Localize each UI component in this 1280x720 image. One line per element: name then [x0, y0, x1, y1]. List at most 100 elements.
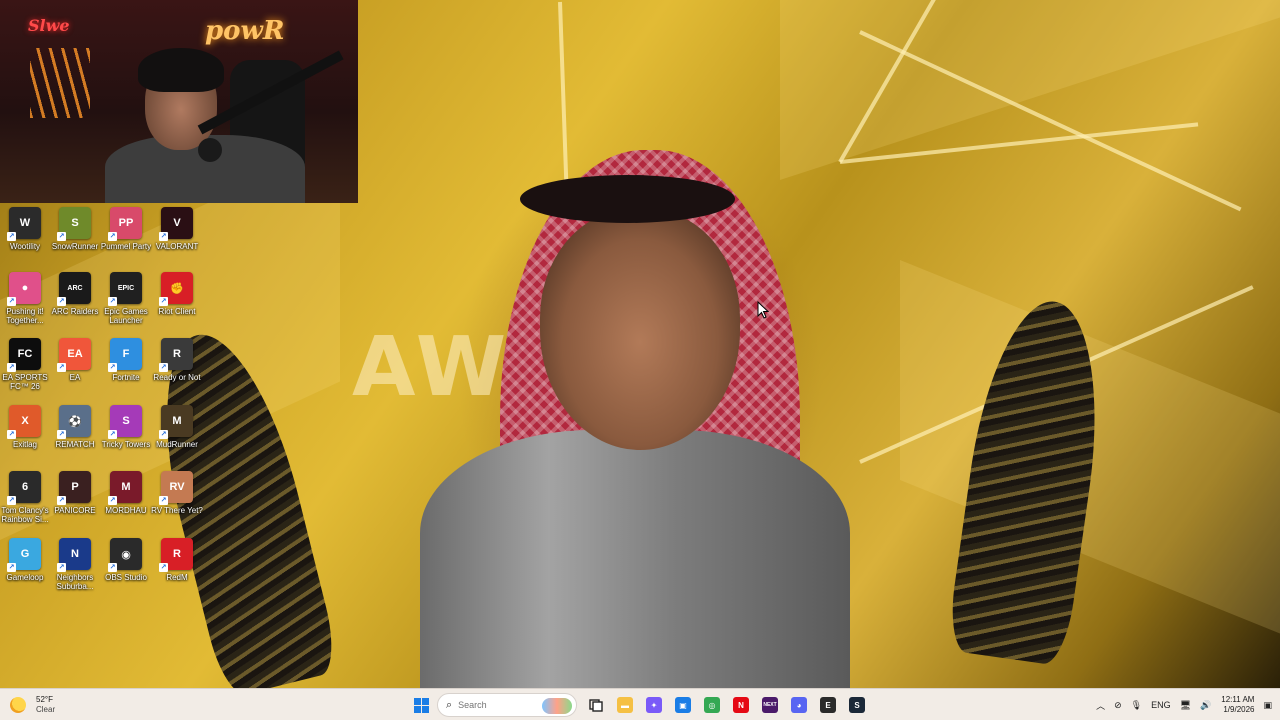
- desktop-shortcut[interactable]: W ↗ Wootility: [0, 207, 50, 271]
- network-off-icon[interactable]: ⊘: [1114, 700, 1122, 711]
- shortcut-arrow-icon: ↗: [108, 232, 117, 241]
- tricky-towers-icon: S ↗: [108, 405, 142, 439]
- desktop-shortcut[interactable]: G ↗ Gameloop: [0, 538, 50, 602]
- pinned-apps: ▬ ✦ ▣ ◎ N NEXT ◕ E S: [612, 693, 873, 717]
- taskbar-app-copilot[interactable]: ✦: [641, 693, 667, 717]
- shortcut-arrow-icon: ↗: [108, 430, 117, 439]
- shortcut-arrow-icon: ↗: [7, 563, 16, 572]
- chevron-up-icon[interactable]: ︿: [1096, 699, 1105, 712]
- desktop-shortcut[interactable]: ● ↗ Pushing it! Together...: [0, 272, 50, 336]
- desktop-shortcut-label: PANICORE: [54, 506, 96, 515]
- desktop-shortcut[interactable]: R ↗ Ready or Not: [152, 338, 202, 402]
- weather-text: 52°F Clear: [36, 695, 55, 715]
- shortcut-arrow-icon: ↗: [159, 363, 168, 372]
- panicore-icon: P ↗: [57, 471, 91, 505]
- search-input[interactable]: [458, 700, 529, 710]
- taskbar-app-epic-games[interactable]: E: [815, 693, 841, 717]
- chrome-icon: ◎: [704, 697, 720, 713]
- weather-widget[interactable]: 52°F Clear: [10, 693, 55, 717]
- microsoft-store-icon: ▣: [675, 697, 691, 713]
- start-button[interactable]: [408, 693, 434, 717]
- desktop-shortcut[interactable]: M ↗ MORDHAU: [101, 471, 151, 535]
- obs-studio-icon: ◉ ↗: [108, 538, 142, 572]
- system-tray: ︿ ⊘ 🎙 ENG 🖥 🔊 12:11 AM 1/9/2026 ▣: [1087, 693, 1272, 717]
- desktop-shortcut[interactable]: ✊ ↗ Riot Client: [152, 272, 202, 336]
- ea-sports-fc-icon: FC ↗: [7, 338, 41, 372]
- shortcut-arrow-icon: ↗: [57, 363, 66, 372]
- steam-icon: S: [849, 697, 865, 713]
- shortcut-arrow-icon: ↗: [108, 297, 117, 306]
- mudrunner-icon: M ↗: [159, 405, 193, 439]
- taskbar-app-microsoft-store[interactable]: ▣: [670, 693, 696, 717]
- desktop-shortcut[interactable]: EPIC ↗ Epic Games Launcher: [101, 272, 151, 336]
- desktop-shortcut[interactable]: V ↗ VALORANT: [152, 207, 202, 271]
- shortcut-arrow-icon: ↗: [57, 496, 66, 505]
- microphone-tray-icon[interactable]: 🎙: [1131, 700, 1142, 711]
- desktop-shortcut[interactable]: S ↗ SnowRunner: [50, 207, 100, 271]
- language-indicator[interactable]: ENG: [1151, 700, 1171, 710]
- desktop-shortcut-label: Gameloop: [6, 573, 44, 582]
- shortcut-arrow-icon: ↗: [159, 430, 168, 439]
- desktop-shortcut[interactable]: R ↗ RedM: [152, 538, 202, 602]
- desktop-shortcut-label: Tricky Towers: [101, 440, 151, 449]
- taskbar-app-chrome[interactable]: ◎: [699, 693, 725, 717]
- search-icon: ⌕: [446, 698, 453, 711]
- valorant-icon: V ↗: [159, 207, 193, 241]
- shortcut-arrow-icon: ↗: [7, 232, 16, 241]
- taskbar-app-next[interactable]: NEXT: [757, 693, 783, 717]
- shortcut-arrow-icon: ↗: [159, 563, 168, 572]
- desktop-shortcut[interactable]: S ↗ Tricky Towers: [101, 405, 151, 469]
- search-highlight-icon: [542, 698, 572, 714]
- taskbar-search[interactable]: ⌕: [437, 693, 577, 717]
- moon-weather-icon: [10, 697, 26, 713]
- network-icon[interactable]: 🖥: [1180, 700, 1191, 711]
- desktop-shortcut-label: Tom Clancy's Rainbow Si...: [1, 506, 49, 524]
- clock[interactable]: 12:11 AM 1/9/2026: [1221, 695, 1254, 715]
- desktop-shortcut-label: Fortnite: [112, 373, 140, 382]
- desktop-shortcut[interactable]: ◉ ↗ OBS Studio: [101, 538, 151, 602]
- shortcut-arrow-icon: ↗: [7, 363, 16, 372]
- discord-icon: ◕: [791, 697, 807, 713]
- desktop-shortcut[interactable]: F ↗ Fortnite: [101, 338, 151, 402]
- desktop-shortcut[interactable]: M ↗ MudRunner: [152, 405, 202, 469]
- volume-icon[interactable]: 🔊: [1200, 700, 1211, 711]
- notification-icon[interactable]: ▣: [1263, 700, 1272, 711]
- desktop-shortcut[interactable]: P ↗ PANICORE: [50, 471, 100, 535]
- desktop-shortcut[interactable]: EA ↗ EA: [50, 338, 100, 402]
- desktop-shortcut[interactable]: FC ↗ EA SPORTS FC™ 26: [0, 338, 50, 402]
- desktop-shortcut-label: OBS Studio: [105, 573, 147, 582]
- desktop-shortcut-label: EA: [69, 373, 81, 382]
- taskbar-app-discord[interactable]: ◕: [786, 693, 812, 717]
- shortcut-arrow-icon: ↗: [159, 297, 168, 306]
- fortnite-icon: F ↗: [108, 338, 142, 372]
- desktop-shortcut[interactable]: RV ↗ RV There Yet?: [151, 471, 203, 535]
- desktop-shortcut-label: VALORANT: [155, 242, 199, 251]
- mouse-cursor-icon: [757, 301, 769, 319]
- desktop-shortcut[interactable]: PP ↗ Pummel Party: [101, 207, 151, 271]
- redm-icon: R ↗: [159, 538, 193, 572]
- taskbar-app-netflix[interactable]: N: [728, 693, 754, 717]
- neighbors-suburbia-icon: N ↗: [57, 538, 91, 572]
- clock-date: 1/9/2026: [1223, 705, 1255, 714]
- desktop-shortcut[interactable]: 6 ↗ Tom Clancy's Rainbow Si...: [0, 471, 50, 535]
- desktop-shortcut-label: RedM: [166, 573, 188, 582]
- shortcut-arrow-icon: ↗: [159, 232, 168, 241]
- taskbar-app-steam[interactable]: S: [844, 693, 870, 717]
- desktop-shortcut[interactable]: X ↗ Exitlag: [0, 405, 50, 469]
- desktop-shortcut-label: Epic Games Launcher: [104, 307, 148, 325]
- shortcut-arrow-icon: ↗: [108, 496, 117, 505]
- task-view-button[interactable]: [583, 693, 609, 717]
- desktop-shortcut-label: Ready or Not: [153, 373, 201, 382]
- desktop-shortcut-label: MudRunner: [156, 440, 198, 449]
- desktop-shortcut[interactable]: N ↗ Neighbors Suburba...: [50, 538, 100, 602]
- epic-games-icon: EPIC ↗: [108, 272, 142, 306]
- taskbar-app-file-explorer[interactable]: ▬: [612, 693, 638, 717]
- desktop-shortcut[interactable]: ⚽ ↗ REMATCH: [50, 405, 100, 469]
- desktop-shortcut[interactable]: ARC ↗ ARC Raiders: [50, 272, 100, 336]
- shortcut-arrow-icon: ↗: [57, 563, 66, 572]
- webcam-overlay: Slwe powR: [0, 0, 358, 203]
- shortcut-arrow-icon: ↗: [57, 430, 66, 439]
- desktop-shortcut-label: Pummel Party: [100, 242, 152, 251]
- taskbar: 52°F Clear ⌕ ▬ ✦ ▣ ◎ N NEXT ◕ ES ︿ ⊘ 🎙 ENG 🖥 🔊: [0, 688, 1280, 720]
- shortcut-arrow-icon: ↗: [7, 430, 16, 439]
